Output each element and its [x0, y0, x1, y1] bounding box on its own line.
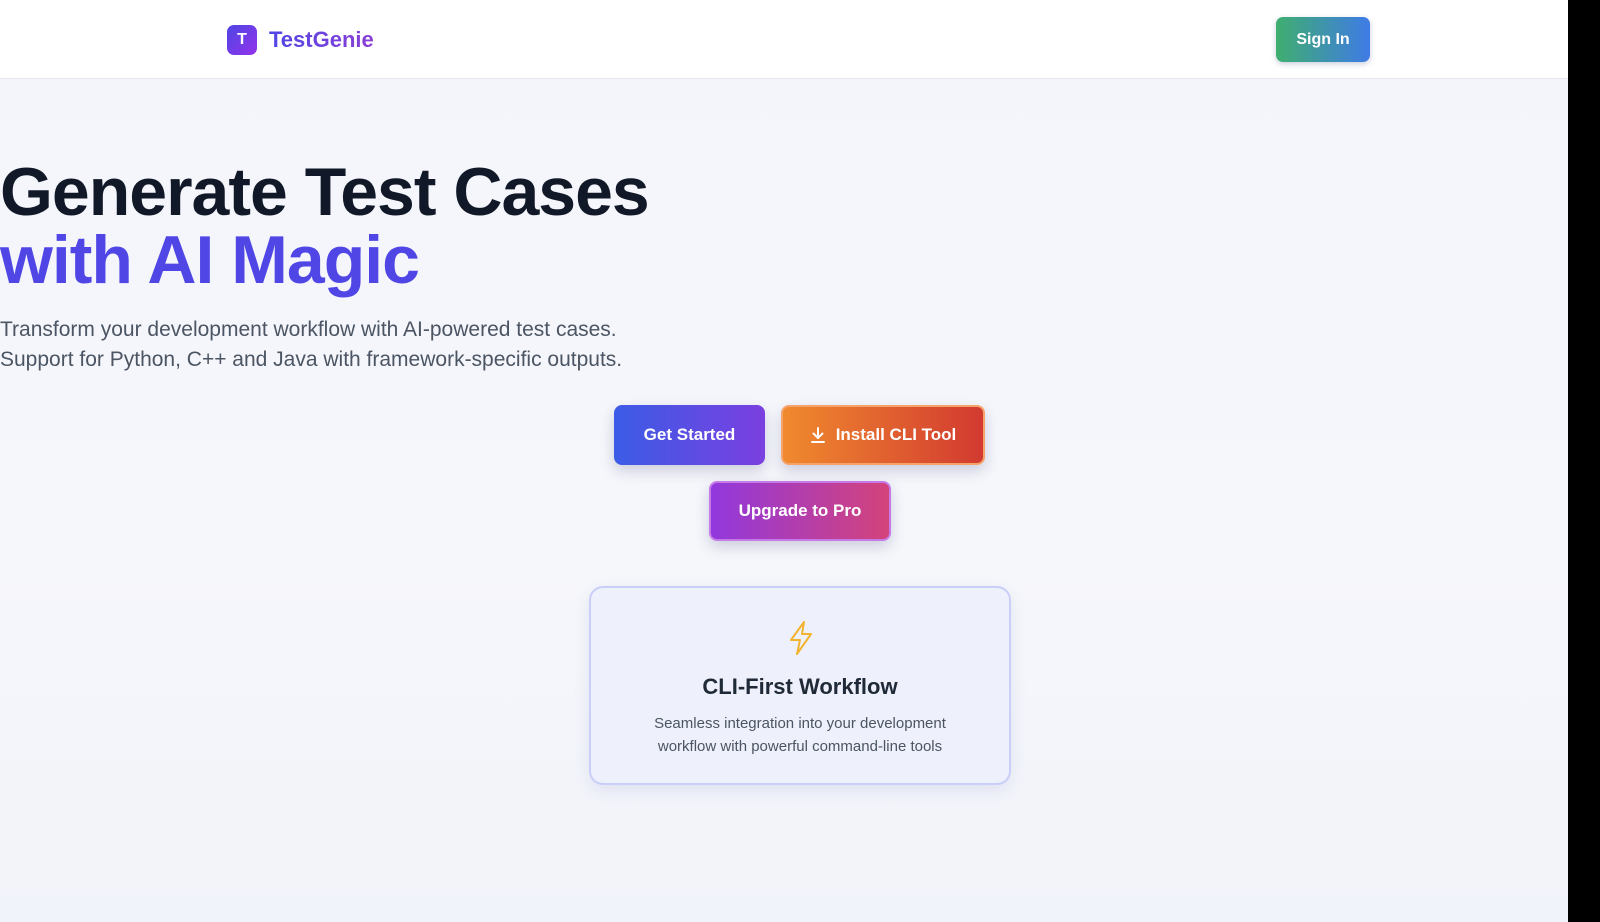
hero-subtitle-line2: Support for Python, C++ and Java with fr… — [0, 348, 623, 371]
logo-badge: T — [227, 25, 257, 55]
feature-card: CLI-First Workflow Seamless integration … — [589, 586, 1011, 785]
upgrade-pro-label: Upgrade to Pro — [738, 501, 862, 520]
hero-title-line2: with AI Magic — [0, 220, 1600, 300]
hero-subtitle: Transform your development workflow with… — [0, 315, 1600, 375]
get-started-button[interactable]: Get Started — [614, 405, 765, 465]
brand-name: TestGenie — [269, 27, 374, 52]
feature-description: Seamless integration into your developme… — [631, 712, 969, 758]
install-cli-label: Install CLI Tool — [835, 425, 957, 444]
upgrade-pro-button[interactable]: Upgrade to Pro — [709, 481, 891, 541]
get-started-label: Get Started — [643, 425, 736, 444]
install-cli-button[interactable]: Install CLI Tool — [781, 405, 985, 465]
feature-description-line1: Seamless integration into your developme… — [654, 715, 946, 732]
hero-subtitle-line1: Transform your development workflow with… — [0, 318, 617, 341]
feature-title: CLI-First Workflow — [702, 674, 898, 699]
download-icon — [810, 426, 826, 444]
lightning-icon — [787, 620, 815, 661]
feature-description-line2: workflow with powerful command-line tool… — [657, 738, 943, 755]
top-navbar: T TestGenie Sign In — [0, 0, 1568, 79]
logo[interactable]: T TestGenie — [227, 25, 374, 55]
sign-in-button[interactable]: Sign In — [1276, 17, 1370, 62]
